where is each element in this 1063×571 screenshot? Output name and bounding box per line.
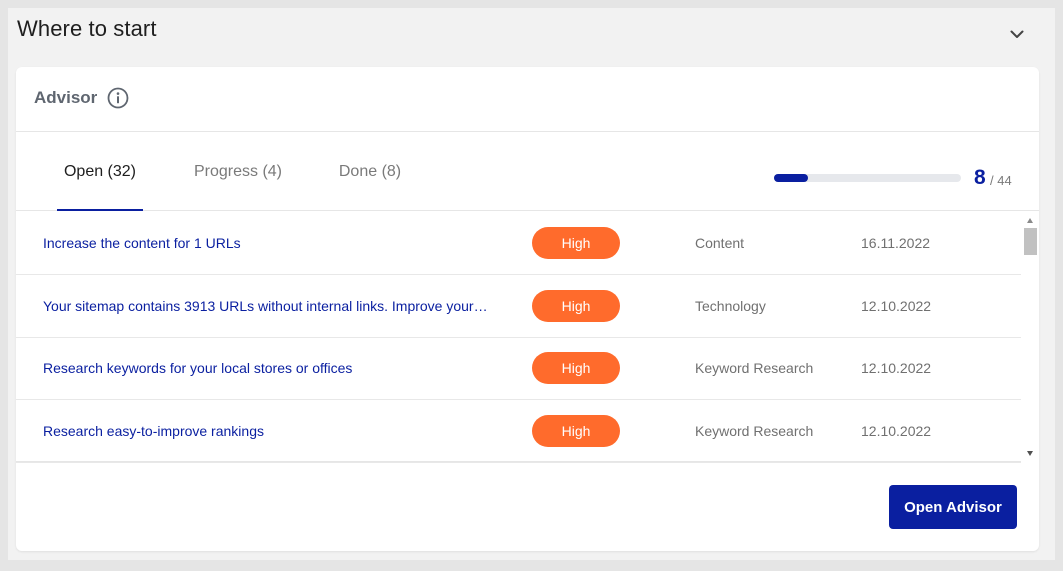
tab-done[interactable]: Done (8): [334, 132, 406, 211]
task-category: Technology: [695, 298, 766, 314]
progress-bar: [774, 174, 961, 182]
task-title-link[interactable]: Increase the content for 1 URLs: [43, 212, 513, 274]
task-date: 12.10.2022: [861, 298, 932, 314]
advisor-tabs: Open (32) Progress (4) Done (8) 8 / 44: [16, 132, 1039, 211]
progress-total: / 44: [990, 173, 1012, 188]
task-category: Keyword Research: [695, 360, 814, 376]
table-row: Your sitemap contains 3913 URLs without …: [16, 275, 1021, 338]
task-date: 12.10.2022: [861, 360, 932, 376]
chevron-down-icon: [1010, 30, 1024, 38]
priority-badge: High: [532, 290, 620, 322]
task-title-link[interactable]: Research easy-to-improve rankings: [43, 400, 513, 462]
table-row: Research keywords for your local stores …: [16, 337, 1021, 400]
priority-badge: High: [532, 227, 620, 259]
task-category: Keyword Research: [695, 423, 814, 439]
advisor-card: Advisor Open (32) Progress (4) Done (8) …: [16, 67, 1039, 551]
collapse-button[interactable]: [1005, 22, 1029, 46]
tab-open[interactable]: Open (32): [57, 132, 143, 211]
progress-done-count: 8: [974, 166, 986, 189]
task-title-link[interactable]: Your sitemap contains 3913 URLs without …: [43, 275, 513, 337]
advisor-header: Advisor: [16, 67, 1039, 132]
table-row: Increase the content for 1 URLs High Con…: [16, 212, 1021, 275]
progress-bar-fill: [774, 174, 809, 182]
priority-badge: High: [532, 352, 620, 384]
task-title-link[interactable]: Research keywords for your local stores …: [43, 337, 513, 399]
task-date: 12.10.2022: [861, 423, 932, 439]
advisor-title: Advisor: [34, 88, 98, 107]
table-row: Research easy-to-improve rankings High K…: [16, 400, 1021, 463]
priority-badge: High: [532, 415, 620, 447]
scroll-down-arrow-icon[interactable]: [1027, 451, 1033, 456]
info-icon[interactable]: [107, 87, 129, 109]
open-advisor-button[interactable]: Open Advisor: [889, 485, 1017, 529]
scrollbar[interactable]: [1021, 212, 1039, 462]
task-category: Content: [695, 235, 745, 251]
where-to-start-panel: Where to start Advisor Open (32) Progres…: [8, 8, 1055, 560]
section-title: Where to start: [17, 16, 157, 41]
tab-progress[interactable]: Progress (4): [188, 132, 288, 211]
task-date: 16.11.2022: [861, 235, 931, 251]
scrollbar-thumb[interactable]: [1024, 228, 1037, 255]
task-list: Increase the content for 1 URLs High Con…: [16, 212, 1039, 463]
scroll-up-arrow-icon[interactable]: [1027, 218, 1033, 223]
